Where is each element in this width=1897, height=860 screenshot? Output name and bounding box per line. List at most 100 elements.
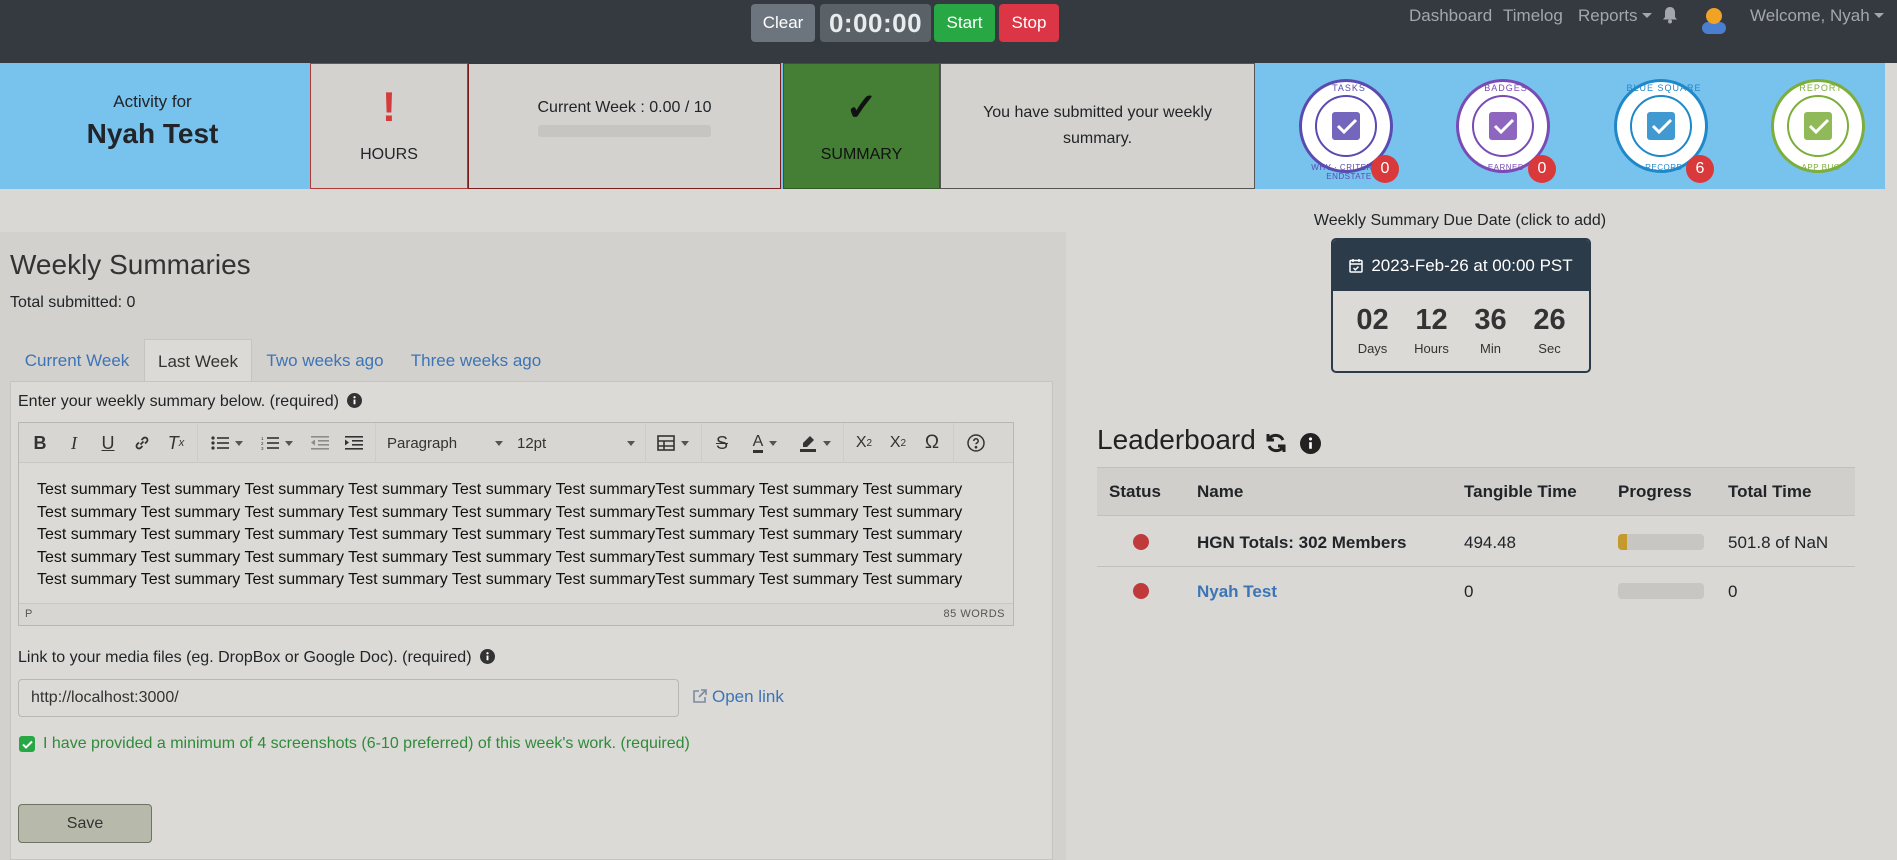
info-icon[interactable] [479,649,495,664]
col-progress: Progress [1618,482,1692,501]
highlight-color-button[interactable] [793,423,837,463]
subscript-button[interactable]: X2 [849,423,879,463]
underline-button[interactable]: U [93,423,123,463]
nav-dashboard-link[interactable]: Dashboard [1409,6,1492,26]
progress-bar [1618,534,1704,550]
link-icon[interactable] [127,423,157,463]
member-name-link[interactable]: Nyah Test [1197,582,1277,602]
calendar-check-icon [1349,259,1364,273]
media-link-label-text: Link to your media files (eg. DropBox or… [18,649,472,666]
chevron-down-icon [823,440,831,446]
screenshots-checkbox[interactable] [19,736,35,752]
badge-top-text: BLUE SQUARE [1626,83,1702,93]
chevron-down-icon [681,440,689,446]
countdown-row: 02 Days 12 Hours 36 Min 26 Sec [1333,291,1589,356]
countdown-days: 02 Days [1343,303,1402,356]
bell-icon[interactable] [1662,6,1678,29]
stop-timer-button[interactable]: Stop [999,4,1059,42]
member-name: HGN Totals: 302 Members [1197,533,1407,552]
welcome-user-label: Welcome, Nyah [1750,6,1870,25]
badge-blue-square[interactable]: BLUE SQUARE RECORD 6 [1614,79,1718,183]
help-icon[interactable] [959,423,993,463]
col-name[interactable]: Name [1197,482,1243,502]
tab-current-week[interactable]: Current Week [10,339,144,383]
progress-fill [1618,534,1627,550]
report-bug-badge-icon [1771,79,1865,173]
countdown-value: 12 [1415,304,1448,336]
open-link[interactable]: Open link [692,687,784,707]
hours-label: HOURS [360,146,418,163]
leaderboard-title: Leaderboard [1097,424,1256,455]
save-button[interactable]: Save [18,804,152,843]
font-size-select[interactable]: 12pt [513,423,639,463]
block-format-value: Paragraph [387,434,458,452]
badge-top-text: REPORT [1799,83,1843,93]
countdown-unit: Min [1480,341,1501,356]
due-date-label[interactable]: Weekly Summary Due Date (click to add) [1160,212,1760,230]
editor-line: Test summary Test summary Test summary T… [37,548,963,566]
row-divider [1097,566,1855,567]
nav-timelog-link[interactable]: Timelog [1503,6,1563,26]
italic-button[interactable]: I [59,423,89,463]
outdent-icon[interactable] [305,423,335,463]
clear-format-icon[interactable]: Tx [161,423,191,463]
badge-report-bug[interactable]: REPORT APP BUG [1771,79,1875,183]
col-total-time[interactable]: Total Time [1728,482,1811,502]
countdown-value: 36 [1474,304,1507,336]
special-character-icon[interactable]: Ω [917,423,947,463]
info-icon[interactable] [1300,433,1321,459]
table-button[interactable] [651,423,695,463]
col-tangible-time[interactable]: Tangible Time [1464,482,1577,502]
svg-text:3: 3 [261,446,264,450]
badge-bottom-text: APP BUG [1801,163,1841,172]
editor-line: Test summary Test summary Test summary T… [37,571,963,588]
rich-text-editor: B I U Tx 123 Paragraph 12pt S A X 2 X 2 … [18,422,1014,626]
welcome-user-dropdown[interactable]: Welcome, Nyah [1750,6,1884,26]
due-date-value: 2023-Feb-26 at 00:00 PST [1371,255,1573,275]
badge-top-text: BADGES [1484,83,1528,93]
tab-two-weeks-ago[interactable]: Two weeks ago [254,339,396,383]
nav-reports-dropdown[interactable]: Reports [1578,6,1652,26]
bold-button[interactable]: B [25,423,55,463]
editor-line: Test summary Test summary Test summary T… [37,481,963,498]
editor-content[interactable]: Test summary Test summary Test summary T… [19,463,1013,603]
indent-icon[interactable] [339,423,369,463]
avatar[interactable] [1700,4,1728,39]
editor-toolbar: B I U Tx 123 Paragraph 12pt S A X 2 X 2 … [19,423,1013,463]
summary-prompt-text: Enter your weekly summary below. (requir… [18,393,340,410]
summary-status-text: You have submitted your weekly summary. [983,104,1212,147]
chevron-down-icon [285,440,293,446]
superscript-button[interactable]: X2 [883,423,913,463]
user-name-heading: Nyah Test [86,118,219,149]
chevron-down-icon [1873,13,1884,18]
clear-timer-button[interactable]: Clear [751,4,815,42]
countdown-unit: Sec [1538,341,1561,356]
text-color-button[interactable]: A [743,423,787,463]
status-dot [1133,534,1149,550]
badge-tasks[interactable]: TASKS WHY · CRITERIA · ENDSTATE 0 [1299,79,1403,183]
countdown-sec: 26 Sec [1520,303,1579,356]
refresh-icon[interactable] [1265,432,1287,459]
bullet-list-button[interactable] [205,423,249,463]
tab-three-weeks-ago[interactable]: Three weeks ago [400,339,552,383]
info-icon[interactable] [347,393,363,408]
tab-last-week[interactable]: Last Week [144,339,252,384]
badge-badges[interactable]: BADGES EARNED 0 [1456,79,1560,183]
media-link-label: Link to your media files (eg. DropBox or… [18,649,495,667]
editor-statusbar: P 85 WORDS [19,603,1013,625]
element-path: P [25,608,33,620]
tangible-time: 0 [1464,582,1474,601]
hours-panel[interactable]: ! HOURS [310,63,468,189]
screenshots-checkbox-label[interactable]: I have provided a minimum of 4 screensho… [43,735,690,753]
media-link-input[interactable]: http://localhost:3000/ [18,679,679,717]
start-timer-button[interactable]: Start [934,4,995,42]
countdown-min: 36 Min [1461,303,1520,356]
strikethrough-button[interactable]: S [707,423,737,463]
block-format-select[interactable]: Paragraph [383,423,507,463]
numbered-list-button[interactable]: 123 [255,423,299,463]
checkmark-icon: ✓ [845,87,878,129]
badge-count: 0 [1371,155,1399,183]
activity-for-label: Activity for [113,92,192,111]
due-date-countdown[interactable]: 2023-Feb-26 at 00:00 PST 02 Days 12 Hours 36… [1331,238,1591,373]
summary-panel[interactable]: ✓ SUMMARY [783,63,940,189]
